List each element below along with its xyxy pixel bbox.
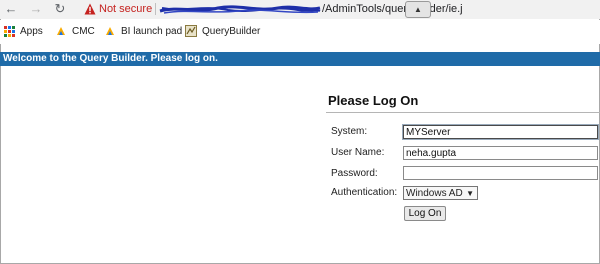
bi-launch-pad-icon (106, 27, 114, 36)
welcome-banner: Welcome to the Query Builder. Please log… (0, 52, 600, 66)
bookmark-cmc[interactable]: CMC (55, 25, 95, 39)
authentication-value: Windows AD (406, 188, 463, 199)
login-divider (326, 112, 600, 113)
bookmark-label: Apps (20, 26, 43, 37)
warning-triangle-icon (84, 3, 96, 15)
redaction-scribble (159, 5, 321, 14)
url-text[interactable]: /AdminTools/querybuilder/ie.j (322, 3, 463, 15)
bookmark-querybuilder[interactable]: QueryBuilder (185, 25, 260, 39)
back-arrow-icon[interactable]: ← (4, 2, 18, 16)
bookmark-label: BI launch pad (121, 26, 183, 37)
username-input[interactable]: neha.gupta (403, 146, 598, 160)
welcome-text: Welcome to the Query Builder. Please log… (3, 53, 218, 64)
system-label: System: (331, 126, 368, 137)
bookmark-bi-launch-pad[interactable]: BI launch pad (104, 25, 182, 39)
cmc-icon (57, 27, 65, 36)
forward-arrow-icon[interactable]: → (29, 2, 43, 16)
bookmark-label: CMC (72, 26, 95, 37)
authentication-select[interactable]: Windows AD ▼ (403, 186, 478, 200)
address-separator (155, 3, 156, 15)
bookmarks-bar: Apps CMC BI launch pad QueryBuilder (0, 20, 600, 44)
not-secure-label[interactable]: Not secure (99, 3, 152, 15)
bookmark-apps[interactable]: Apps (4, 25, 43, 39)
log-on-button[interactable]: Log On (404, 206, 446, 221)
apps-grid-icon (4, 25, 15, 37)
password-input[interactable] (403, 166, 598, 180)
login-title: Please Log On (328, 93, 419, 108)
url-dropdown-button[interactable]: ▲ (405, 1, 431, 18)
authentication-label: Authentication: (331, 187, 398, 198)
username-label: User Name: (331, 147, 385, 158)
chevron-down-icon: ▼ (466, 189, 474, 198)
password-label: Password: (331, 168, 378, 179)
address-bar-row: ← → ↻ Not secure /AdminTools/querybuilde… (0, 0, 600, 19)
bookmark-label: QueryBuilder (202, 26, 261, 37)
reload-icon[interactable]: ↻ (53, 2, 67, 16)
querybuilder-icon (185, 25, 197, 38)
system-input[interactable]: MYServer (403, 125, 598, 139)
